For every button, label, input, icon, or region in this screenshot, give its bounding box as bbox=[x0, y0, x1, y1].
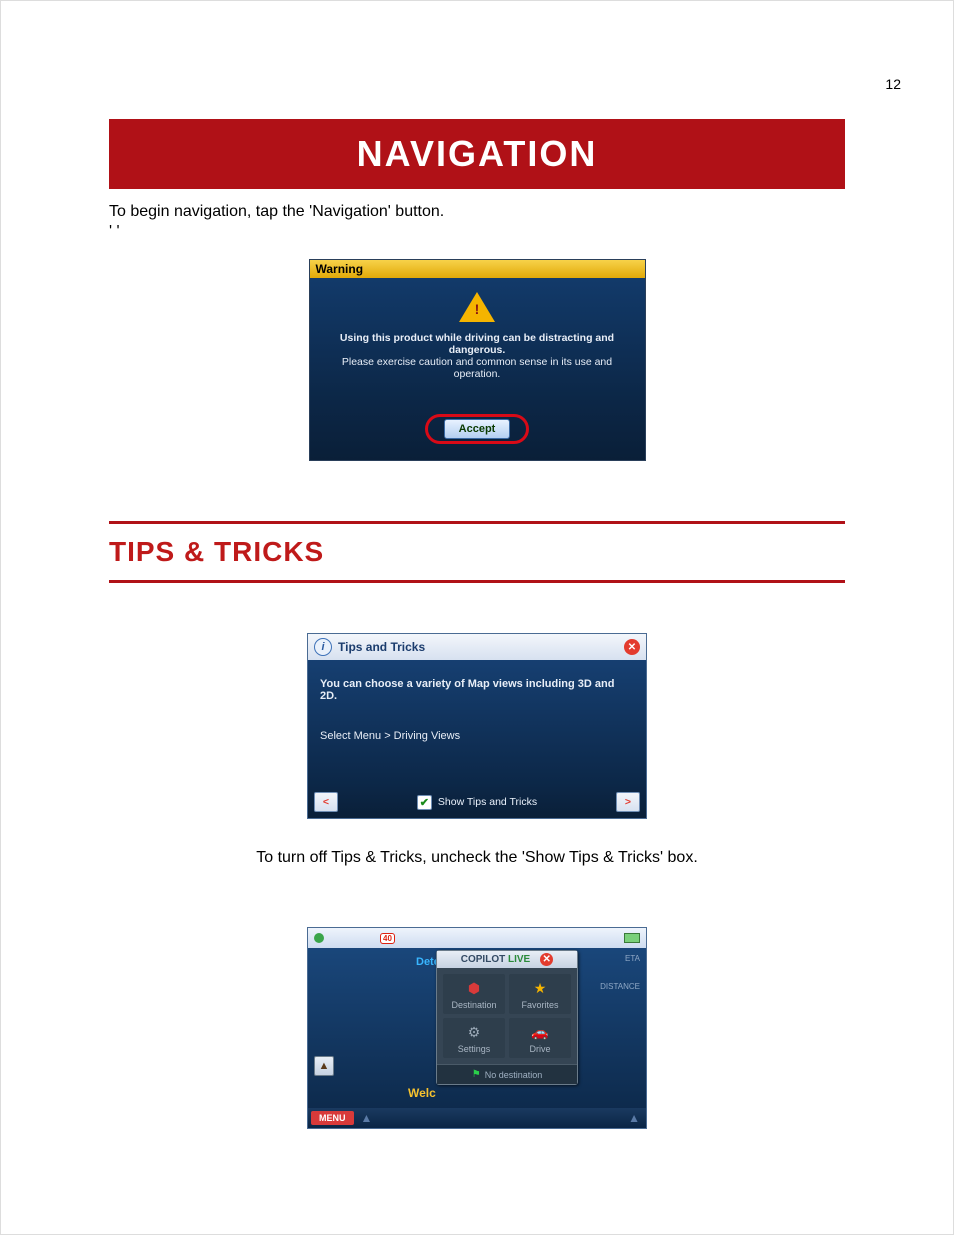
warning-dialog: Warning ! Using this product while drivi… bbox=[309, 259, 646, 461]
tips-next-button[interactable]: > bbox=[616, 792, 640, 812]
gps-icon bbox=[314, 933, 324, 943]
intro-text: To begin navigation, tap the 'Navigation… bbox=[109, 203, 845, 221]
battery-icon bbox=[624, 933, 640, 943]
zoom-button[interactable]: ▲ bbox=[314, 1056, 334, 1076]
copilot-popup: COPILOT LIVE ✕ ⬢ Destination ★ Favorites bbox=[436, 950, 578, 1085]
menu-button[interactable]: MENU bbox=[311, 1111, 354, 1125]
flag-icon: ⚑ bbox=[472, 1069, 481, 1080]
speed-sign-icon: 40 bbox=[380, 933, 395, 944]
gear-icon: ⚙ bbox=[443, 1022, 505, 1042]
section-banner-navigation: NAVIGATION bbox=[109, 119, 845, 189]
tips-note: To turn off Tips & Tricks, uncheck the '… bbox=[109, 849, 845, 867]
section-rule-top bbox=[109, 521, 845, 524]
tips-line2: Select Menu > Driving Views bbox=[320, 730, 634, 742]
section-rule-bottom bbox=[109, 580, 845, 583]
copilot-brand: COPILOT LIVE bbox=[461, 954, 530, 965]
bottombar-tri-left-icon: ▲ bbox=[361, 1111, 373, 1125]
warning-triangle-icon: ! bbox=[459, 292, 495, 322]
welcome-label: Welc bbox=[408, 1086, 436, 1100]
warning-title: Warning bbox=[310, 260, 645, 278]
destination-button[interactable]: ⬢ Destination bbox=[443, 974, 505, 1014]
settings-button[interactable]: ⚙ Settings bbox=[443, 1018, 505, 1058]
no-destination-label: No destination bbox=[485, 1070, 543, 1080]
tips-line1: You can choose a variety of Map views in… bbox=[320, 678, 634, 702]
close-icon[interactable]: ✕ bbox=[624, 639, 640, 655]
accept-button[interactable]: Accept bbox=[444, 419, 511, 439]
info-icon: i bbox=[314, 638, 332, 656]
eta-label: ETA bbox=[625, 954, 640, 963]
tips-prev-button[interactable]: < bbox=[314, 792, 338, 812]
bottombar-tri-right-icon: ▲ bbox=[628, 1111, 640, 1125]
status-bar: 40 bbox=[308, 928, 646, 948]
favorites-button[interactable]: ★ Favorites bbox=[509, 974, 571, 1014]
shield-icon: ⬢ bbox=[443, 978, 505, 998]
distance-label: DISTANCE bbox=[600, 982, 640, 991]
warning-line1: Using this product while driving can be … bbox=[322, 332, 633, 356]
tips-dialog: i Tips and Tricks ✕ You can choose a var… bbox=[307, 633, 647, 819]
car-icon: 🚗 bbox=[509, 1022, 571, 1042]
show-tips-label: Show Tips and Tricks bbox=[438, 796, 537, 808]
show-tips-checkbox[interactable]: ✔ bbox=[417, 795, 432, 810]
page-number: 12 bbox=[885, 76, 901, 92]
copilot-screenshot: 40 Determ ETA DISTANCE COPILOT LIVE ✕ bbox=[307, 927, 647, 1129]
popup-close-icon[interactable]: ✕ bbox=[540, 953, 553, 966]
warning-line2: Please exercise caution and common sense… bbox=[322, 356, 633, 380]
tips-header-label: Tips and Tricks bbox=[338, 640, 425, 654]
drive-button[interactable]: 🚗 Drive bbox=[509, 1018, 571, 1058]
accept-highlight-ring: Accept bbox=[425, 414, 530, 444]
star-icon: ★ bbox=[509, 978, 571, 998]
section-heading-tips: TIPS & TRICKS bbox=[109, 536, 845, 568]
intro-sub: ' ' bbox=[109, 223, 845, 241]
